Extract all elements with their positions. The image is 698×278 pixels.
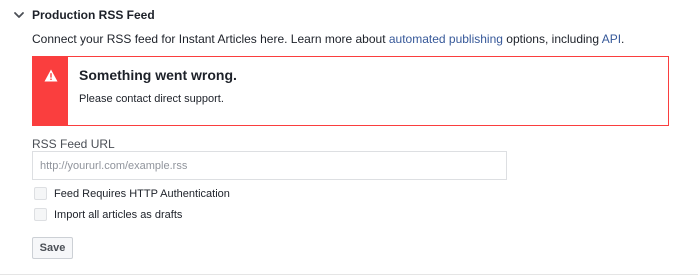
- api-link[interactable]: API: [602, 32, 621, 46]
- rss-feed-url-label: RSS Feed URL: [32, 137, 115, 151]
- http-auth-checkbox-label: Feed Requires HTTP Authentication: [54, 187, 230, 200]
- bottom-divider: [0, 274, 698, 275]
- automated-publishing-link[interactable]: automated publishing: [389, 32, 503, 46]
- error-title: Something went wrong.: [79, 67, 237, 83]
- section-header-production-rss-feed[interactable]: Production RSS Feed: [12, 7, 155, 23]
- chevron-down-icon: [14, 12, 24, 18]
- error-message: Please contact direct support.: [79, 93, 224, 105]
- error-content: Something went wrong. Please contact dir…: [68, 57, 237, 125]
- intro-text-middle: options, including: [502, 32, 602, 46]
- intro-text: Connect your RSS feed for Instant Articl…: [32, 32, 624, 46]
- save-button[interactable]: Save: [32, 237, 73, 259]
- intro-text-after: .: [621, 32, 625, 46]
- error-stripe: [33, 57, 68, 125]
- warning-icon: [44, 69, 57, 82]
- intro-text-before: Connect your RSS feed for Instant Articl…: [32, 32, 389, 46]
- http-auth-checkbox[interactable]: [34, 187, 47, 200]
- http-auth-checkbox-row[interactable]: Feed Requires HTTP Authentication: [34, 187, 230, 200]
- import-drafts-checkbox-label: Import all articles as drafts: [54, 208, 183, 221]
- error-alert: Something went wrong. Please contact dir…: [32, 56, 669, 126]
- rss-feed-url-input[interactable]: [32, 151, 507, 180]
- import-drafts-checkbox[interactable]: [34, 208, 47, 221]
- import-drafts-checkbox-row[interactable]: Import all articles as drafts: [34, 208, 182, 221]
- section-title: Production RSS Feed: [32, 8, 155, 22]
